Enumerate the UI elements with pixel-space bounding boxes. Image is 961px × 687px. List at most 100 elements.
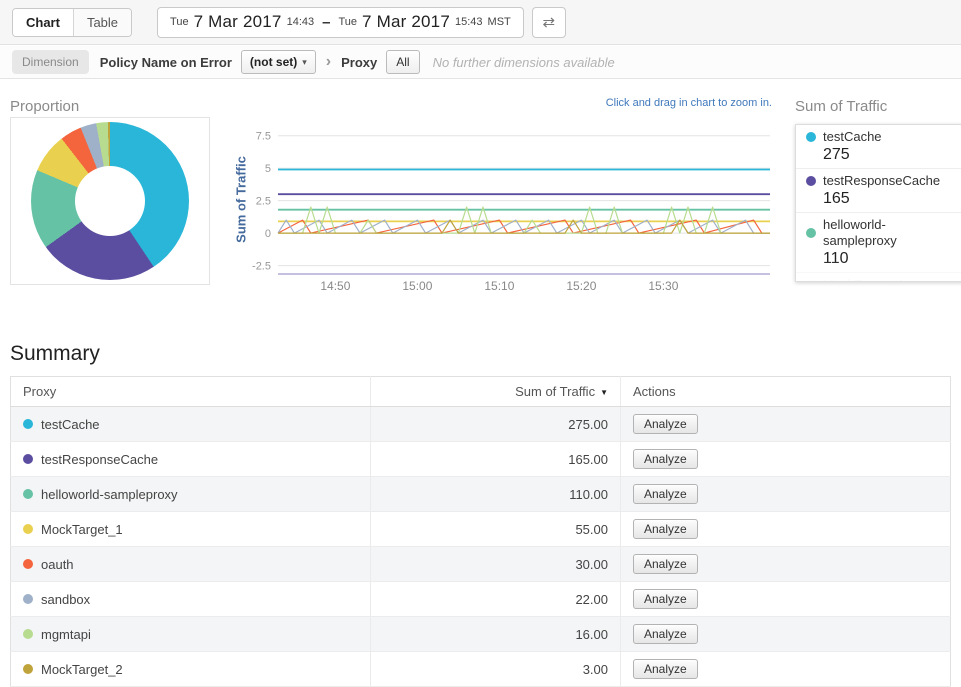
proxy-name: oauth [41, 557, 74, 572]
traffic-value-cell: 165.00 [371, 442, 621, 477]
traffic-header-label: Sum of Traffic [515, 384, 595, 399]
proxy-cell: sandbox [11, 582, 371, 617]
table-header-row: Proxy Sum of Traffic ▼ Actions [11, 377, 951, 407]
date-separator: – [322, 14, 330, 31]
table-row: MockTarget_1 55.00 Analyze [11, 512, 951, 547]
legend-series-value: 110 [823, 249, 954, 268]
legend-item[interactable]: testResponseCache165 [796, 169, 961, 213]
timezone-label: MST [488, 16, 511, 28]
proxy-cell: MockTarget_1 [11, 512, 371, 547]
y-tick-label: 0 [265, 228, 271, 240]
start-time: 14:43 [287, 16, 315, 28]
y-axis-label: Sum of Traffic [234, 145, 249, 255]
proxy-name: mgmtapi [41, 627, 91, 642]
actions-column-header: Actions [621, 377, 951, 407]
analyze-button[interactable]: Analyze [633, 659, 698, 679]
legend-item[interactable]: testCache275 [796, 125, 961, 169]
x-tick-label: 15:10 [484, 279, 514, 293]
chevron-right-icon: › [326, 53, 331, 71]
proportion-title: Proportion [10, 98, 79, 115]
proxy-cell: testCache [11, 407, 371, 442]
proxy-column-header[interactable]: Proxy [11, 377, 371, 407]
legend-series-name: helloworld-sampleproxy [823, 217, 954, 249]
legend-title: Sum of Traffic [795, 98, 961, 115]
dimension-bar: Dimension Policy Name on Error (not set)… [0, 46, 961, 79]
legend-series-name: MockTarget_1 [823, 277, 905, 282]
proxy-name: MockTarget_1 [41, 522, 123, 537]
summary-table-body: testCache275.00AnalyzetestResponseCache1… [11, 407, 951, 687]
dimension-value-dropdown[interactable]: (not set) ▾ [241, 50, 316, 74]
series-color-dot [23, 629, 33, 639]
table-row: MockTarget_2 3.00 Analyze [11, 652, 951, 687]
table-tab[interactable]: Table [73, 9, 131, 36]
series-color-dot [23, 489, 33, 499]
traffic-column-header[interactable]: Sum of Traffic ▼ [371, 377, 621, 407]
legend-series-name: testResponseCache [823, 173, 940, 189]
traffic-value-cell: 16.00 [371, 617, 621, 652]
actions-cell: Analyze [621, 547, 951, 582]
x-tick-label: 14:50 [320, 279, 350, 293]
legend-item[interactable]: helloworld-sampleproxy110 [796, 213, 961, 273]
proportion-donut-chart[interactable] [31, 122, 189, 280]
actions-cell: Analyze [621, 512, 951, 547]
series-color-dot [23, 454, 33, 464]
analyze-button[interactable]: Analyze [633, 484, 698, 504]
traffic-value-cell: 110.00 [371, 477, 621, 512]
proxy-label: Proxy [341, 55, 377, 70]
traffic-value-cell: 30.00 [371, 547, 621, 582]
x-tick-label: 15:00 [402, 279, 432, 293]
proxy-cell: oauth [11, 547, 371, 582]
analyze-button[interactable]: Analyze [633, 589, 698, 609]
refresh-button[interactable]: ⇄ [532, 7, 566, 38]
legend-series-name: testCache [823, 129, 882, 145]
proxy-name: MockTarget_2 [41, 662, 123, 677]
traffic-value-cell: 22.00 [371, 582, 621, 617]
dimension-value: (not set) [250, 55, 297, 69]
series-color-dot [806, 228, 816, 238]
y-tick-label: -2.5 [252, 261, 271, 273]
legend-series-value: 165 [823, 189, 954, 208]
table-row: sandbox 22.00 Analyze [11, 582, 951, 617]
toolbar: Chart Table Tue 7 Mar 2017 14:43 – Tue 7… [0, 0, 961, 45]
proxy-name: sandbox [41, 592, 90, 607]
traffic-value-cell: 3.00 [371, 652, 621, 687]
proxy-all-button[interactable]: All [386, 50, 419, 74]
summary-title: Summary [10, 342, 100, 366]
line-chart-svg[interactable]: 7.552.50-2.514:5015:0015:1015:2015:30 [230, 110, 778, 298]
analyze-button[interactable]: Analyze [633, 554, 698, 574]
actions-cell: Analyze [621, 582, 951, 617]
analyze-button[interactable]: Analyze [633, 624, 698, 644]
analyze-button[interactable]: Analyze [633, 519, 698, 539]
actions-cell: Analyze [621, 477, 951, 512]
series-color-dot [23, 594, 33, 604]
series-color-dot [806, 280, 816, 282]
proxy-cell: testResponseCache [11, 442, 371, 477]
x-tick-label: 15:20 [566, 279, 596, 293]
legend-item[interactable]: MockTarget_155 [796, 273, 961, 282]
date-range-picker[interactable]: Tue 7 Mar 2017 14:43 – Tue 7 Mar 2017 15… [157, 7, 524, 38]
sort-desc-icon: ▼ [600, 388, 608, 397]
end-day: Tue [338, 16, 357, 28]
caret-down-icon: ▾ [302, 57, 307, 68]
y-tick-label: 5 [265, 163, 271, 175]
actions-cell: Analyze [621, 617, 951, 652]
series-color-dot [806, 132, 816, 142]
chart-tab[interactable]: Chart [13, 9, 73, 36]
traffic-value-cell: 275.00 [371, 407, 621, 442]
traffic-line-chart[interactable]: Sum of Traffic 7.552.50-2.514:5015:0015:… [230, 110, 778, 302]
x-tick-label: 15:30 [648, 279, 678, 293]
proxy-cell: helloworld-sampleproxy [11, 477, 371, 512]
legend-items: testCache275testResponseCache165hellowor… [795, 124, 961, 282]
analytics-dashboard: Chart Table Tue 7 Mar 2017 14:43 – Tue 7… [0, 0, 961, 647]
traffic-value-cell: 55.00 [371, 512, 621, 547]
series-color-dot [23, 524, 33, 534]
analyze-button[interactable]: Analyze [633, 449, 698, 469]
y-tick-label: 7.5 [256, 131, 271, 143]
dimension-label-chip: Dimension [12, 50, 89, 74]
proxy-name: helloworld-sampleproxy [41, 487, 178, 502]
legend-series-value: 275 [823, 145, 954, 164]
summary-table: Proxy Sum of Traffic▼ Actions testCache2… [10, 376, 951, 687]
proportion-chart-panel [10, 117, 210, 285]
analyze-button[interactable]: Analyze [633, 414, 698, 434]
series-color-dot [806, 176, 816, 186]
